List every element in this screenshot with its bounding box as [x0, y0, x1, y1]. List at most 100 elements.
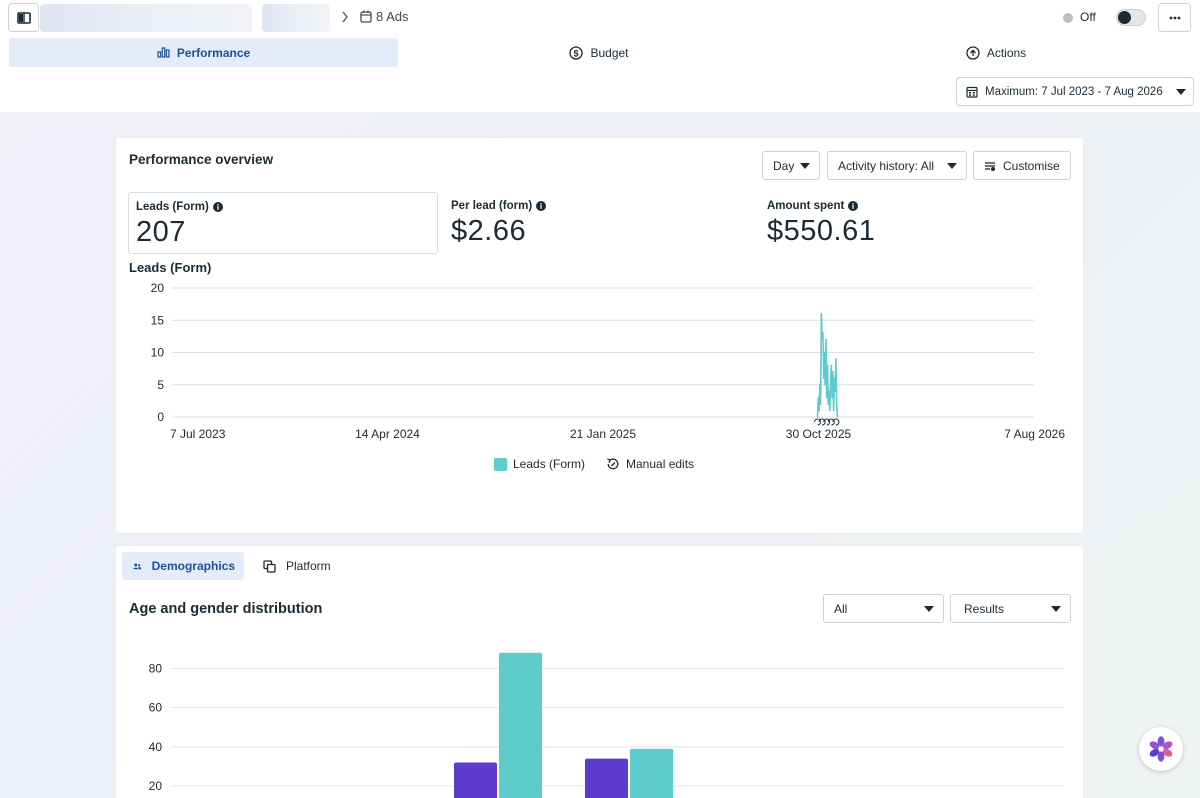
- x-tick-label: 7 Jul 2023: [170, 427, 226, 441]
- date-range-label: Maximum: 7 Jul 2023 - 7 Aug 2026: [985, 85, 1163, 98]
- breadcrumb-account-blurred[interactable]: [40, 4, 252, 32]
- ads-count-label: 8 Ads: [376, 9, 409, 24]
- y-tick-label: 40: [149, 740, 163, 754]
- distribution-bar: [454, 762, 497, 798]
- leads-data-point: [823, 377, 825, 379]
- tab-performance-label: Performance: [176, 45, 251, 60]
- leads-chart-title: Leads (Form): [129, 260, 212, 275]
- leads-data-point: [832, 371, 834, 373]
- filter-all-value: All: [834, 601, 848, 616]
- legend-leads[interactable]: Leads (Form): [494, 457, 585, 471]
- calendar-icon: [966, 86, 978, 98]
- manual-edits-icon: [607, 458, 619, 470]
- demographics-card: Demographics Platform Age and gender dis…: [116, 546, 1083, 798]
- chevron-down-icon: [924, 605, 934, 612]
- y-tick-label: 20: [151, 283, 165, 295]
- leads-data-point: [819, 384, 821, 386]
- assistant-button[interactable]: [1139, 727, 1183, 771]
- flower-icon: [1149, 736, 1173, 762]
- granularity-dropdown[interactable]: Day: [762, 151, 820, 180]
- distribution-bar: [499, 652, 542, 798]
- people-icon: [133, 563, 142, 569]
- legend-leads-label: Leads (Form): [513, 457, 586, 471]
- ad-status-toggle[interactable]: [1116, 9, 1146, 26]
- y-tick-label: 60: [149, 701, 163, 715]
- leads-line-chart: 0 5 10 15 20 7 Jul 2023 14 Apr 2024 21 Jan 2025…: [151, 283, 1066, 441]
- subtab-demographics[interactable]: Demographics: [122, 552, 244, 580]
- sidebar-toggle-button[interactable]: [8, 3, 39, 32]
- leads-data-point: [825, 339, 827, 341]
- date-range-picker[interactable]: Maximum: 7 Jul 2023 - 7 Aug 2026: [956, 77, 1194, 106]
- tab-actions[interactable]: Actions: [800, 38, 1192, 67]
- metric-per-lead-label: Per lead (form): [451, 200, 533, 212]
- granularity-value: Day: [773, 158, 795, 173]
- filter-results-value: Results: [964, 601, 1005, 616]
- metric-leads[interactable]: Leads (Form) 207: [128, 192, 438, 254]
- leads-data-point: [829, 409, 831, 412]
- y-tick-label: 80: [149, 661, 163, 675]
- dollar-circle-icon: $: [569, 45, 584, 60]
- leads-data-point: [822, 332, 824, 334]
- leads-data-point: [824, 384, 826, 386]
- status-dot: [1063, 13, 1073, 23]
- activity-history-value: Activity history: All: [838, 158, 935, 173]
- tab-row: Performance $ Budget Actions Maximum: 7 …: [0, 36, 1200, 112]
- breadcrumb-campaign-blurred[interactable]: [262, 4, 330, 32]
- leads-data-point: [833, 409, 835, 412]
- y-tick-label: 15: [151, 313, 165, 327]
- info-icon[interactable]: [848, 201, 859, 211]
- filter-all-dropdown[interactable]: All: [823, 594, 944, 623]
- chevron-right-icon: [342, 11, 348, 23]
- leads-data-point: [836, 403, 838, 405]
- y-tick-label: 0: [157, 410, 164, 424]
- top-bar: 8 Ads Off: [0, 0, 1200, 36]
- distribution-bar: [630, 748, 673, 798]
- tab-actions-label: Actions: [986, 45, 1027, 60]
- y-tick-label: 20: [149, 779, 163, 793]
- tab-performance[interactable]: Performance: [9, 38, 398, 67]
- leads-data-point: [834, 390, 836, 392]
- subtab-platform[interactable]: Platform: [252, 552, 340, 580]
- chevron-down-icon: [947, 162, 957, 169]
- age-gender-title: Age and gender distribution: [129, 601, 323, 617]
- leads-data-point: [833, 377, 835, 379]
- leads-data-point: [823, 351, 826, 354]
- customise-label: Customise: [1003, 158, 1060, 173]
- chevron-down-icon: [1051, 605, 1061, 612]
- leads-data-point: [826, 397, 828, 399]
- leads-data-point: [818, 409, 820, 412]
- filter-results-dropdown[interactable]: Results: [950, 594, 1071, 623]
- info-icon[interactable]: [536, 201, 547, 211]
- x-tick-label: 14 Apr 2024: [355, 427, 420, 441]
- leads-data-point: [835, 358, 837, 360]
- leads-data-point: [817, 397, 819, 399]
- leads-data-point: [820, 403, 822, 405]
- platform-icon: [263, 559, 276, 573]
- leads-data-point: [831, 397, 833, 399]
- x-tick-label: 21 Jan 2025: [570, 427, 636, 441]
- subtab-demographics-label: Demographics: [151, 559, 235, 573]
- tab-budget[interactable]: $ Budget: [402, 38, 796, 67]
- leads-data-point: [826, 364, 829, 366]
- metric-leads-value: 207: [136, 216, 186, 248]
- performance-overview-card: Performance overview Day Activity histor…: [116, 138, 1083, 533]
- distribution-bar: [585, 758, 628, 798]
- more-options-button[interactable]: [1158, 3, 1191, 32]
- metric-amount-spent-value: $550.61: [767, 215, 876, 247]
- activity-history-dropdown[interactable]: Activity history: All: [827, 151, 967, 180]
- y-tick-label: 5: [157, 378, 164, 392]
- metric-per-lead[interactable]: Per lead (form) $2.66: [444, 192, 754, 254]
- customise-button[interactable]: Customise: [973, 151, 1071, 180]
- breadcrumb-ads[interactable]: 8 Ads: [360, 9, 409, 24]
- performance-overview-title: Performance overview: [129, 152, 274, 167]
- leads-data-point: [830, 364, 832, 366]
- legend-manual-edits-label: Manual edits: [626, 457, 695, 471]
- metric-amount-spent[interactable]: Amount spent $550.61: [760, 192, 1070, 254]
- legend-manual-edits[interactable]: Manual edits: [606, 457, 694, 471]
- tab-budget-label: Budget: [590, 45, 629, 60]
- legend-swatch-leads: [494, 457, 507, 471]
- info-icon[interactable]: [212, 202, 223, 212]
- book-icon: [16, 11, 31, 24]
- leads-data-point: [816, 416, 819, 418]
- bar-chart-icon: [157, 47, 170, 58]
